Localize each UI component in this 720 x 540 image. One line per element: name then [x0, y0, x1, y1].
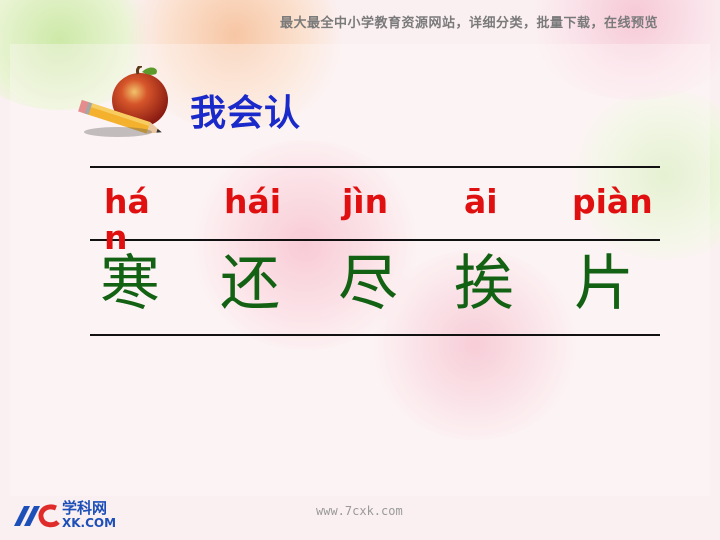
hanzi-hai: 还: [220, 249, 280, 319]
pinyin-han: hán: [104, 182, 150, 257]
hanzi-ai: 挨: [454, 249, 514, 319]
brand-logo-mark: 学科网 XK.COM: [14, 499, 116, 530]
brand-logo-top-text: 学科网: [62, 499, 107, 517]
pinyin-ai: āi: [464, 182, 498, 221]
pinyin-jin: jìn: [342, 182, 389, 221]
hanzi-pian: 片: [574, 249, 634, 319]
bottom-divider: [90, 334, 660, 336]
top-divider: [90, 166, 660, 168]
apple-with-pencil-icon: [78, 66, 168, 137]
section-title: 我会认: [190, 93, 302, 134]
pinyin-pian: piàn: [572, 182, 653, 221]
brand-logo-bottom-text: XK.COM: [62, 516, 116, 530]
banner-text: 最大最全中小学教育资源网站，详细分类，批量下载，在线预览: [280, 16, 659, 31]
section-header: 我会认: [78, 66, 338, 140]
xkw-logo-icon: 学科网 XK.COM: [0, 492, 150, 532]
hanzi-han: 寒: [100, 249, 160, 319]
footer-url: www.7cxk.com: [316, 504, 403, 518]
pinyin-hai: hái: [224, 182, 282, 221]
hanzi-jin: 尽: [338, 249, 398, 319]
middle-divider: [90, 239, 660, 241]
